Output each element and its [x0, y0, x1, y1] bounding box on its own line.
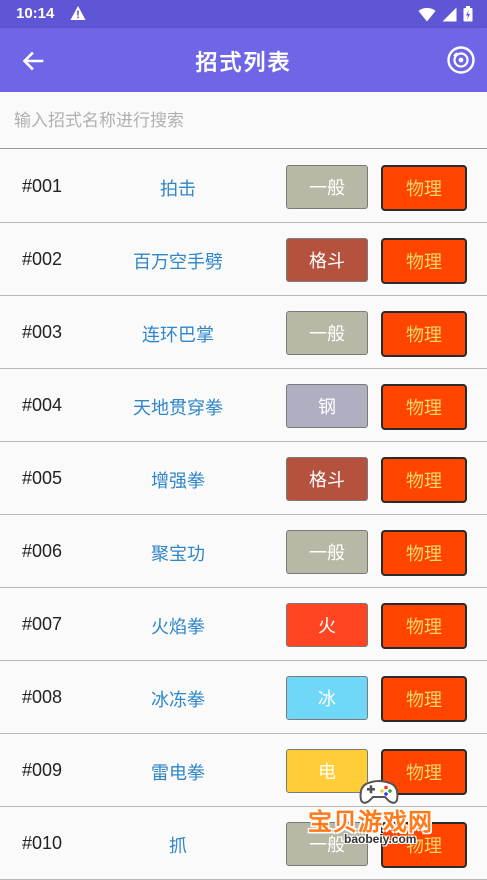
type-badge: 一般	[286, 822, 368, 866]
signal-icon	[442, 7, 457, 26]
type-badge: 格斗	[286, 457, 368, 501]
type-badge: 一般	[286, 530, 368, 574]
category-badge: 物理	[381, 530, 467, 576]
move-number: #006	[22, 541, 63, 561]
move-number: #008	[22, 687, 63, 707]
move-row[interactable]: #003 连环巴掌 一般 物理	[0, 296, 487, 369]
move-name: 连环巴掌	[142, 325, 214, 346]
category-badge: 物理	[381, 238, 467, 284]
move-row[interactable]: #008 冰冻拳 冰 物理	[0, 661, 487, 734]
move-number: #004	[22, 395, 63, 415]
page-title: 招式列表	[195, 50, 292, 76]
disc-icon	[445, 46, 477, 80]
type-badge: 钢	[286, 384, 368, 428]
move-row[interactable]: #006 聚宝功 一般 物理	[0, 515, 487, 588]
type-badge: 格斗	[286, 238, 368, 282]
move-number: #002	[22, 249, 63, 269]
move-list: #001 拍击 一般 物理 #002 百万空手劈 格斗 物理 #003 连环巴掌…	[0, 150, 487, 880]
move-name: 拍击	[160, 179, 196, 200]
status-bar: 10:14	[0, 0, 487, 28]
search-input[interactable]	[12, 106, 476, 136]
move-row[interactable]: #009 雷电拳 电 物理	[0, 734, 487, 807]
category-badge: 物理	[381, 676, 467, 722]
app-bar: 招式列表	[0, 28, 487, 92]
status-time: 10:14	[16, 5, 55, 22]
search-bar	[0, 92, 487, 149]
move-row[interactable]: #010 抓 一般 物理	[0, 807, 487, 880]
category-badge: 物理	[381, 749, 467, 795]
type-badge: 电	[286, 749, 368, 793]
move-name: 冰冻拳	[151, 690, 205, 711]
battery-icon	[463, 6, 473, 26]
move-number: #005	[22, 468, 63, 488]
wifi-icon	[418, 7, 436, 26]
disc-button[interactable]	[445, 44, 477, 76]
warning-icon	[70, 5, 86, 25]
move-number: #003	[22, 322, 63, 342]
move-number: #009	[22, 760, 63, 780]
move-row[interactable]: #007 火焰拳 火 物理	[0, 588, 487, 661]
category-badge: 物理	[381, 384, 467, 430]
move-name: 雷电拳	[151, 763, 205, 784]
move-number: #010	[22, 833, 63, 853]
move-name: 聚宝功	[151, 544, 205, 565]
category-badge: 物理	[381, 457, 467, 503]
move-row[interactable]: #004 天地贯穿拳 钢 物理	[0, 369, 487, 442]
move-row[interactable]: #001 拍击 一般 物理	[0, 150, 487, 223]
move-row[interactable]: #002 百万空手劈 格斗 物理	[0, 223, 487, 296]
move-name: 百万空手劈	[133, 252, 223, 273]
type-badge: 一般	[286, 165, 368, 209]
move-name: 天地贯穿拳	[133, 398, 223, 419]
move-name: 火焰拳	[151, 617, 205, 638]
category-badge: 物理	[381, 311, 467, 357]
move-number: #001	[22, 176, 63, 196]
move-name: 抓	[169, 836, 187, 857]
category-badge: 物理	[381, 822, 467, 868]
move-number: #007	[22, 614, 63, 634]
category-badge: 物理	[381, 165, 467, 211]
move-name: 增强拳	[151, 471, 205, 492]
type-badge: 冰	[286, 676, 368, 720]
move-row[interactable]: #005 增强拳 格斗 物理	[0, 442, 487, 515]
category-badge: 物理	[381, 603, 467, 649]
type-badge: 一般	[286, 311, 368, 355]
type-badge: 火	[286, 603, 368, 647]
